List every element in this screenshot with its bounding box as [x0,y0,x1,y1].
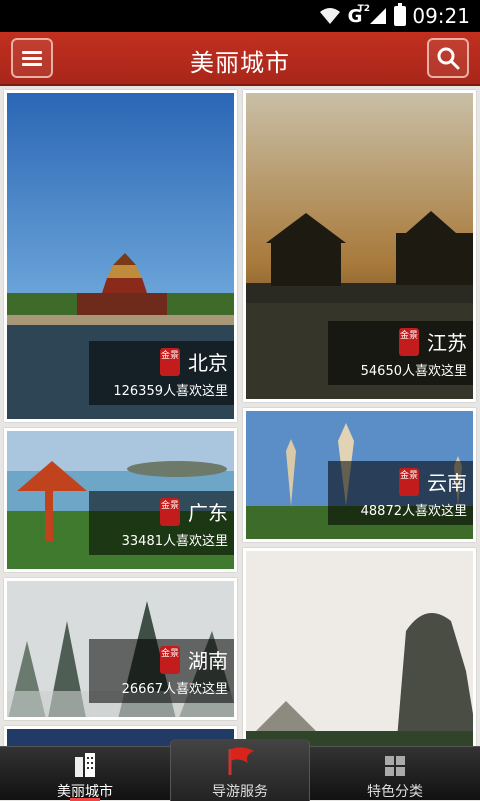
page-title: 美丽城市 [190,49,290,77]
grid-icon [385,756,405,776]
city-card-guangdong[interactable]: 金景 广东 33481人喜欢这里 [4,428,237,572]
city-image [246,551,473,746]
seal-icon: 金景 [160,497,180,526]
tab-guide-service[interactable]: 导游服务 [170,739,310,801]
like-count: 48872人喜欢这里 [360,504,467,519]
city-card-yunnan[interactable]: 金景 云南 48872人喜欢这里 [243,408,476,542]
city-name: 江苏 [427,331,467,355]
city-name: 云南 [427,471,467,495]
flag-icon [228,747,254,775]
signal-icon [370,8,387,24]
search-icon [437,47,460,70]
bottom-tab-bar: 美丽城市 导游服务 特色分类 [0,739,480,801]
city-name: 北京 [188,351,228,375]
tab-special-categories[interactable]: 特色分类 [310,747,480,801]
building-icon [75,753,95,777]
city-info: 金景 云南 48872人喜欢这里 [328,461,473,525]
city-grid: 金景 北京 126359人喜欢这里 金景 江苏 54650人喜欢这里 金景 广东… [0,86,480,746]
seal-icon: 金景 [399,467,419,496]
clock: 09:21 [412,4,470,28]
seal-icon: 金景 [399,327,419,356]
city-info: 金景 江苏 54650人喜欢这里 [328,321,473,385]
tab-label: 导游服务 [212,784,268,800]
city-info: 金景 湖南 26667人喜欢这里 [89,639,234,703]
battery-icon [394,3,407,26]
city-info: 金景 广东 33481人喜欢这里 [89,491,234,555]
status-bar: G T2 09:21 [0,0,480,32]
city-card-beijing[interactable]: 金景 北京 126359人喜欢这里 [4,90,237,422]
like-count: 54650人喜欢这里 [360,364,467,379]
tab-beautiful-cities[interactable]: 美丽城市 [0,747,170,801]
like-count: 33481人喜欢这里 [121,534,228,549]
tab-label: 特色分类 [367,784,423,800]
city-card-karst[interactable] [243,548,476,746]
city-name: 广东 [188,501,228,525]
search-button[interactable] [427,38,469,78]
city-name: 湖南 [188,649,228,673]
app-header: 美丽城市 [0,32,480,86]
city-card-hunan[interactable]: 金景 湖南 26667人喜欢这里 [4,578,237,720]
seal-icon: 金景 [160,645,180,674]
tab-label: 美丽城市 [57,784,113,800]
network-indicator: G T2 [347,3,370,27]
city-info: 金景 北京 126359人喜欢这里 [89,341,234,405]
city-card-jiangsu[interactable]: 金景 江苏 54650人喜欢这里 [243,90,476,402]
like-count: 126359人喜欢这里 [113,384,228,399]
seal-icon: 金景 [160,347,180,376]
wifi-icon [319,8,340,24]
like-count: 26667人喜欢这里 [121,682,228,697]
